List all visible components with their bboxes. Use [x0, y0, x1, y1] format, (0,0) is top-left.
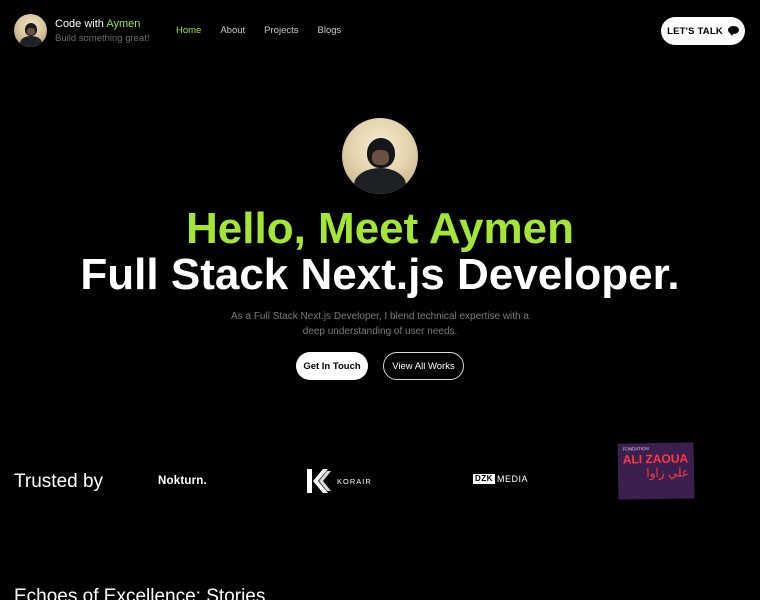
site-header: Code with Aymen Build something great! H… — [0, 0, 760, 62]
korair-logo: KORAIR — [307, 469, 372, 493]
ali-zaoua-logo: FONDATION ALI ZAOUA علي زاوا — [617, 442, 695, 500]
brand-name: Aymen — [106, 17, 141, 30]
nav-blogs[interactable]: Blogs — [318, 25, 342, 36]
dzk-media-logo: DZK MEDIA — [473, 474, 528, 484]
nav-about[interactable]: About — [220, 25, 245, 36]
view-all-works-button[interactable]: View All Works — [383, 352, 464, 380]
trusted-by-heading: Trusted by — [14, 471, 104, 492]
brand[interactable]: Code with Aymen Build something great! — [14, 14, 150, 47]
hero-greeting: Hello, Meet Aymen — [186, 204, 574, 253]
nav-home[interactable]: Home — [176, 25, 201, 36]
ali-zaoua-latin: ALI ZAOUA — [622, 451, 689, 467]
get-in-touch-button[interactable]: Get In Touch — [296, 352, 368, 380]
hero-description: As a Full Stack Next.js Developer, I ble… — [231, 311, 529, 337]
brand-avatar — [14, 14, 47, 47]
korair-mark-icon — [307, 469, 331, 493]
nav-projects[interactable]: Projects — [264, 25, 298, 36]
brand-tagline: Build something great! — [55, 32, 150, 44]
main-nav: Home About Projects Blogs — [176, 25, 360, 36]
brand-prefix: Code with — [55, 17, 107, 30]
nokturn-logo: Nokturn. — [158, 475, 207, 487]
chat-icon — [727, 26, 739, 36]
dzk-mark: DZK — [473, 474, 495, 484]
hero-role: Full Stack Next.js Developer. — [80, 250, 680, 299]
ali-zaoua-arabic: علي زاوا — [646, 465, 690, 481]
brand-text: Code with Aymen Build something great! — [55, 17, 150, 45]
lets-talk-button[interactable]: LET'S TALK — [661, 17, 745, 45]
lets-talk-label: LET'S TALK — [667, 25, 723, 37]
hero-heading: Hello, Meet Aymen Full Stack Next.js Dev… — [0, 206, 760, 298]
stories-heading: Echoes of Excellence: Stories — [14, 586, 266, 600]
dzk-wordmark: MEDIA — [496, 474, 528, 484]
korair-wordmark: KORAIR — [337, 476, 372, 486]
brand-title: Code with Aymen — [55, 17, 150, 31]
hero-avatar — [342, 118, 418, 194]
